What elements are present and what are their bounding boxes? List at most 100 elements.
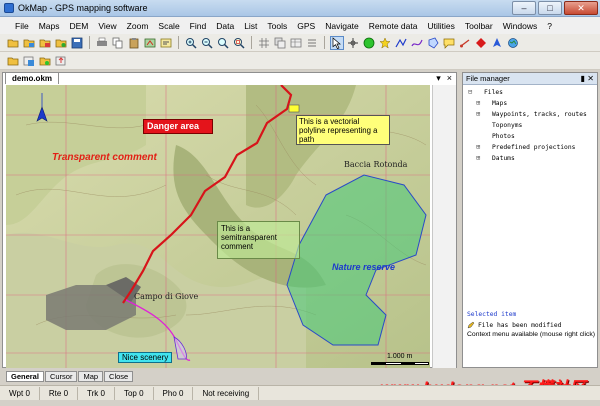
save-data-icon[interactable] — [70, 36, 84, 50]
selected-item-value: File has been modified — [478, 321, 562, 329]
menu-data[interactable]: Data — [211, 21, 239, 31]
tb2-export-icon[interactable] — [54, 54, 68, 68]
menu-remote-data[interactable]: Remote data — [364, 21, 423, 31]
menu-utilities[interactable]: Utilities — [422, 21, 459, 31]
tree-toggle-icon[interactable]: ⊟ — [468, 87, 476, 98]
select-icon[interactable] — [330, 35, 344, 50]
table-icon[interactable] — [289, 36, 303, 50]
tree-item-files[interactable]: ⊟ Files — [466, 87, 597, 98]
menu-view[interactable]: View — [93, 21, 121, 31]
tree-item-photos[interactable]: Photos — [466, 131, 597, 142]
nice-scenery-label[interactable]: Nice scenery — [118, 352, 173, 363]
waypoint-icon[interactable] — [378, 36, 392, 50]
menu-file[interactable]: File — [10, 21, 34, 31]
close-window-button[interactable]: ✕ — [564, 1, 598, 15]
tb2-import-icon[interactable] — [38, 54, 52, 68]
tree-toggle-icon[interactable]: ⊞ — [476, 109, 484, 120]
crosshair-icon[interactable] — [346, 36, 360, 50]
map-view[interactable]: Danger area This is a vectorial polyline… — [6, 85, 430, 368]
menu-windows[interactable]: Windows — [498, 21, 542, 31]
zoom-window-icon[interactable] — [232, 36, 246, 50]
selected-item-row: File has been modified — [467, 321, 561, 329]
tree-label: Toponyms — [492, 122, 523, 129]
tb2-open-icon[interactable] — [6, 54, 20, 68]
tree-toggle-icon[interactable]: ⊞ — [476, 98, 484, 109]
menu-navigate[interactable]: Navigate — [320, 21, 364, 31]
zoom-fit-icon[interactable] — [216, 36, 230, 50]
track-icon[interactable] — [410, 36, 424, 50]
tree-item-waypoints[interactable]: ⊞ Waypoints, tracks, routes — [466, 109, 597, 120]
open-data-icon[interactable] — [54, 36, 68, 50]
semitransparent-comment[interactable]: This is a semitransparent comment — [217, 221, 300, 259]
print-icon[interactable] — [95, 36, 109, 50]
status-gps-receiving: Not receiving — [193, 386, 260, 400]
tree-label: Predefined projections — [492, 144, 576, 151]
diamond-icon[interactable] — [474, 36, 488, 50]
menu-dem[interactable]: DEM — [65, 21, 94, 31]
secondary-toolbar — [0, 52, 600, 70]
route-icon[interactable] — [394, 36, 408, 50]
transparent-comment[interactable]: Transparent comment — [52, 152, 157, 163]
comment-icon[interactable] — [442, 36, 456, 50]
scale-line — [371, 362, 429, 365]
tree-label: Photos — [492, 133, 515, 140]
tree-item-datums[interactable]: ⊞ Datums — [466, 153, 597, 164]
minimize-button[interactable]: – — [512, 1, 536, 15]
vector-comment[interactable]: This is a vectorial polyline representin… — [296, 115, 390, 145]
globe-icon[interactable] — [506, 36, 520, 50]
map-vertical-scrollbar[interactable] — [432, 85, 456, 368]
menu-gps[interactable]: GPS — [292, 21, 320, 31]
tree-item-projections[interactable]: ⊞ Predefined projections — [466, 142, 597, 153]
tree-item-toponyms[interactable]: Toponyms — [466, 120, 597, 131]
menu-tools[interactable]: Tools — [262, 21, 292, 31]
polygon-icon[interactable] — [426, 36, 440, 50]
tree-item-maps[interactable]: ⊞ Maps — [466, 98, 597, 109]
zoom-in-icon[interactable] — [184, 36, 198, 50]
toolbar-separator — [324, 36, 325, 49]
tree-label: Maps — [492, 100, 508, 107]
window-controls: – □ ✕ — [512, 1, 598, 15]
doc-close-button[interactable]: × — [447, 73, 452, 84]
maximize-button[interactable]: □ — [538, 1, 562, 15]
menu-zoom[interactable]: Zoom — [122, 21, 154, 31]
toolbar-separator — [251, 36, 252, 49]
open-icon[interactable] — [6, 36, 20, 50]
grid-icon[interactable] — [257, 36, 271, 50]
paste-icon[interactable] — [127, 36, 141, 50]
doc-tab[interactable]: demo.okm — [5, 72, 60, 84]
tree-label: Datums — [492, 155, 515, 162]
doc-pin-button[interactable]: ▾ — [436, 73, 441, 84]
file-manager-controls[interactable]: ▮ ✕ — [581, 73, 594, 84]
save-map-icon[interactable] — [38, 36, 52, 50]
tb2-layer-icon[interactable] — [22, 54, 36, 68]
danger-area-label[interactable]: Danger area — [143, 119, 213, 134]
tab-close[interactable]: Close — [104, 371, 134, 382]
tab-map[interactable]: Map — [78, 371, 104, 382]
copy2-icon[interactable] — [273, 36, 287, 50]
open-map-icon[interactable] — [22, 36, 36, 50]
tree-toggle-icon[interactable]: ⊞ — [476, 153, 484, 164]
properties-icon[interactable] — [159, 36, 173, 50]
tab-cursor[interactable]: Cursor — [44, 371, 78, 382]
tab-general[interactable]: General — [6, 371, 44, 382]
file-manager-panel: File manager ▮ ✕ ⊟ Files ⊞ Maps ⊞ Waypoi… — [462, 72, 598, 368]
arrow-icon[interactable] — [490, 36, 504, 50]
menu-toolbar[interactable]: Toolbar — [460, 21, 498, 31]
menu-scale[interactable]: Scale — [153, 21, 184, 31]
calibrate-icon[interactable] — [143, 36, 157, 50]
bottom-tabs: General Cursor Map Close — [6, 371, 134, 382]
menu-list[interactable]: List — [239, 21, 262, 31]
gps-icon[interactable] — [362, 36, 376, 50]
zoom-out-icon[interactable] — [200, 36, 214, 50]
menu-find[interactable]: Find — [185, 21, 212, 31]
menu-help[interactable]: ? — [542, 21, 557, 31]
link-icon[interactable] — [458, 36, 472, 50]
tree-toggle-icon[interactable]: ⊞ — [476, 142, 484, 153]
list-icon[interactable] — [305, 36, 319, 50]
nature-reserve-label[interactable]: Nature reserve — [332, 263, 395, 272]
file-manager-title: File manager — [466, 74, 510, 83]
copy-icon[interactable] — [111, 36, 125, 50]
menu-maps[interactable]: Maps — [34, 21, 65, 31]
status-routes: Rte 0 — [40, 386, 79, 400]
status-waypoints: Wpt 0 — [0, 386, 40, 400]
